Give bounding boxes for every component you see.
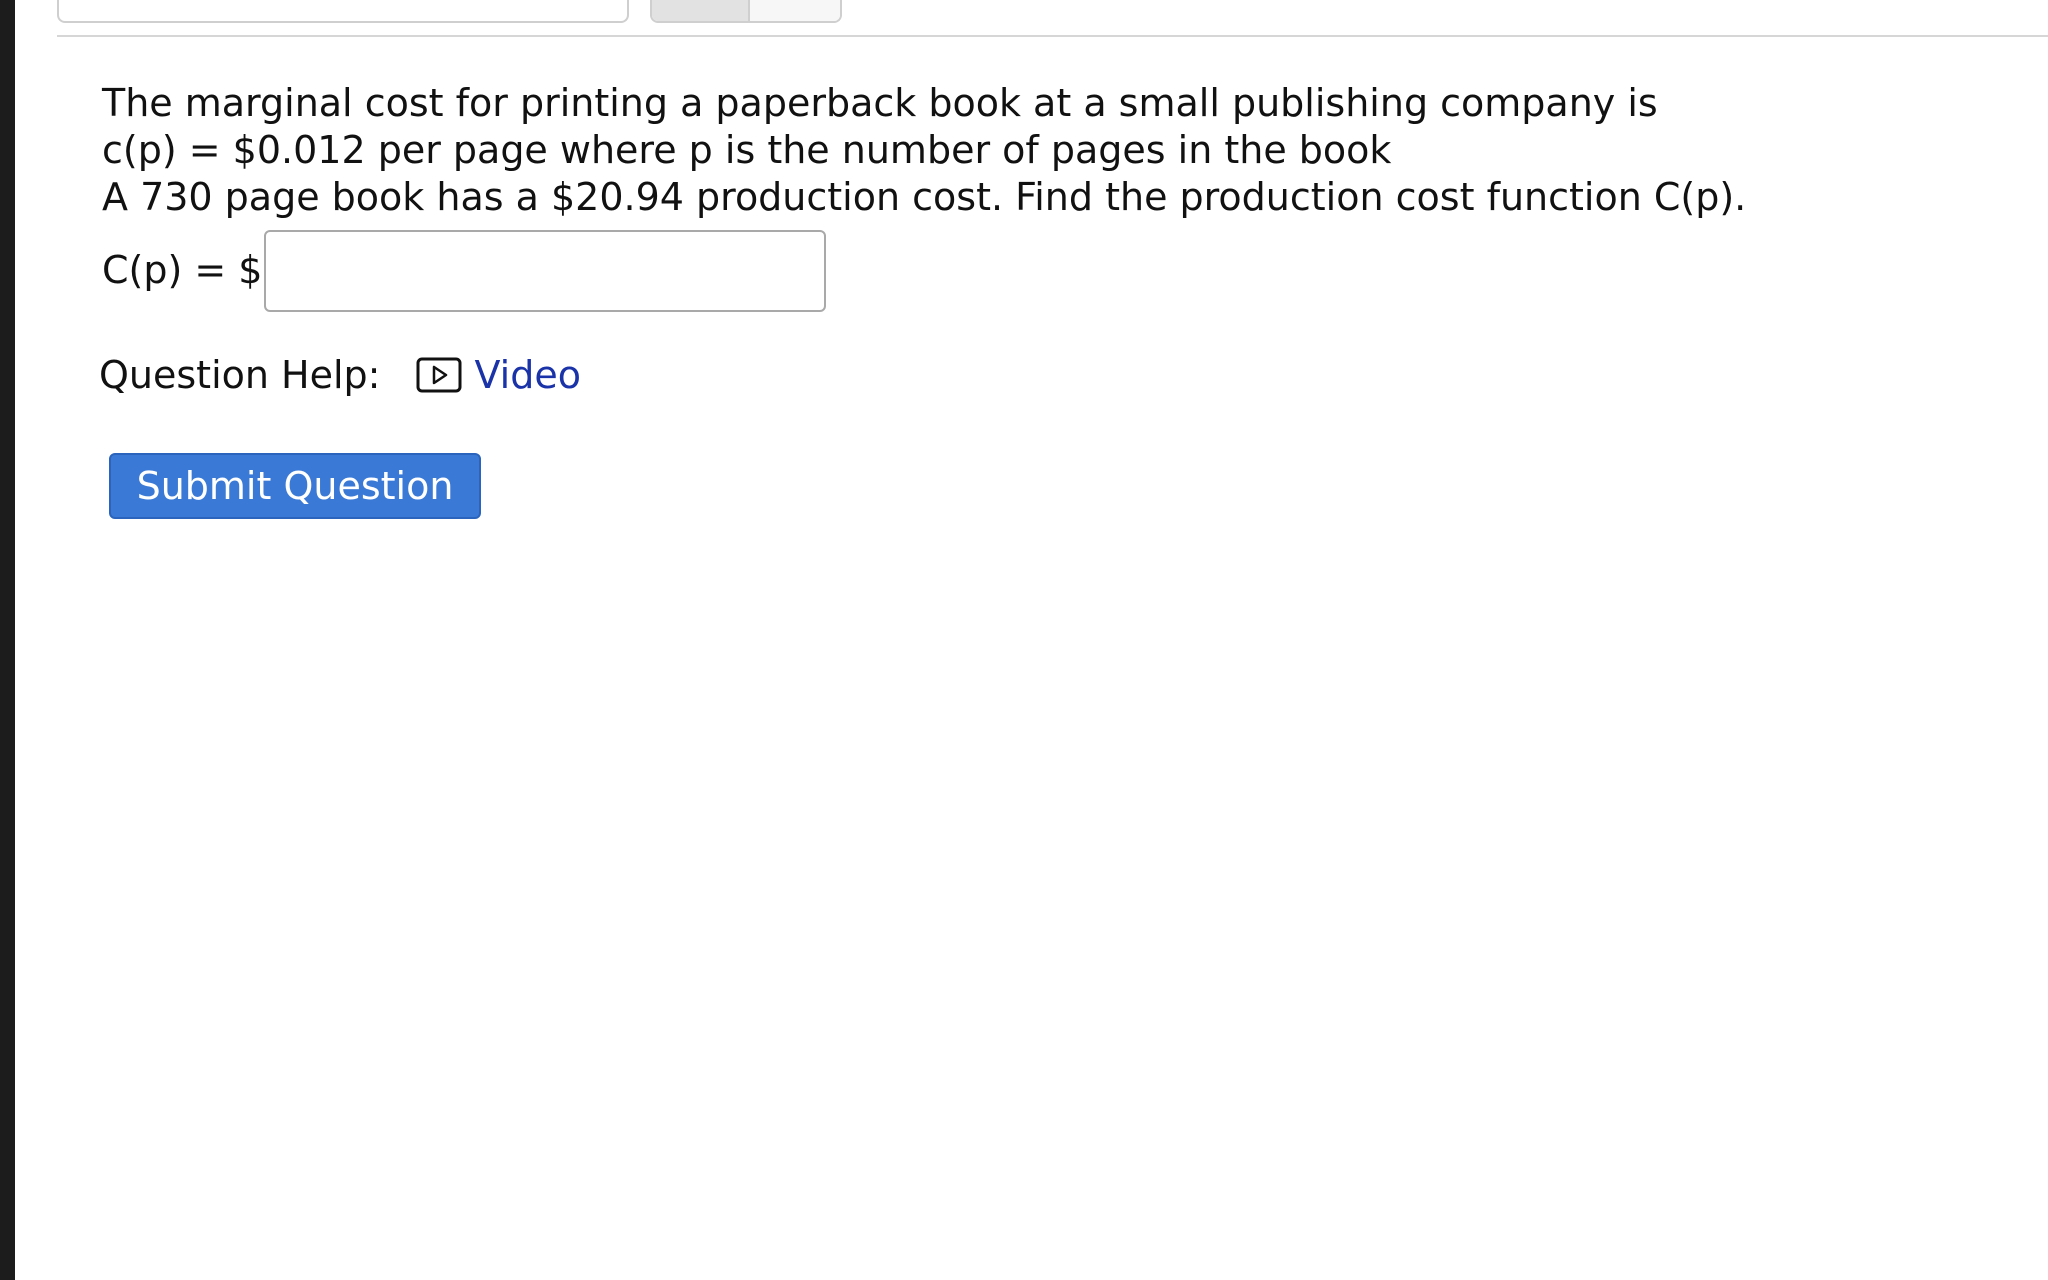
header-divider xyxy=(57,35,2048,37)
video-play-icon xyxy=(416,357,462,393)
answer-label: C(p) = $ xyxy=(102,248,263,292)
window-edge xyxy=(0,0,15,1280)
answer-row: C(p) = $ xyxy=(102,228,827,313)
submit-question-button[interactable]: Submit Question xyxy=(109,453,481,519)
question-help-label: Question Help: xyxy=(99,352,381,397)
question-line: The marginal cost for printing a paperba… xyxy=(102,81,1658,125)
top-cropped-button-group[interactable] xyxy=(650,0,842,23)
question-line: A 730 page book has a $20.94 production … xyxy=(102,175,1747,219)
top-cropped-field[interactable] xyxy=(57,0,629,23)
question-text: The marginal cost for printing a paperba… xyxy=(102,80,2002,221)
answer-input[interactable] xyxy=(264,229,827,312)
question-help: Question Help: Video xyxy=(99,350,581,400)
page: The marginal cost for printing a paperba… xyxy=(0,0,2048,1280)
video-link-label: Video xyxy=(474,352,581,397)
top-segment-right[interactable] xyxy=(750,0,840,21)
question-line: c(p) = $0.012 per page where p is the nu… xyxy=(102,128,1392,172)
top-segment-left[interactable] xyxy=(652,0,750,21)
video-link[interactable]: Video xyxy=(416,352,581,399)
